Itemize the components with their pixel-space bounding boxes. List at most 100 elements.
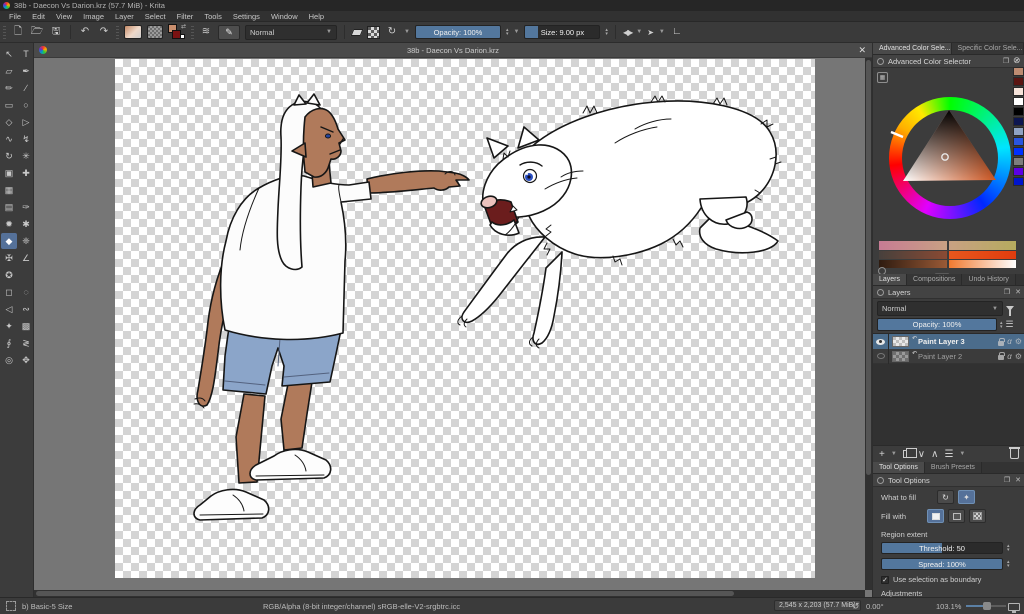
layer-name[interactable]: Paint Layer 3: [918, 337, 998, 346]
menu-help[interactable]: Help: [309, 12, 324, 21]
color-swatch[interactable]: [1013, 77, 1024, 86]
tool-dynamic-brush[interactable]: ↻: [1, 148, 17, 164]
selector-settings-button[interactable]: ▦: [877, 72, 888, 83]
color-swatch[interactable]: [1013, 117, 1024, 126]
open-document-icon[interactable]: 🗁: [30, 25, 44, 39]
color-swatch[interactable]: [1013, 137, 1024, 146]
alpha-lock-icon[interactable]: α: [1007, 337, 1012, 346]
canvas-subwindow-titlebar[interactable]: 38b - Daecon Vs Darion.krz ✕: [34, 43, 872, 58]
gradient-chooser[interactable]: [124, 25, 142, 39]
lock-icon[interactable]: [998, 341, 1004, 346]
undo-icon[interactable]: ↶: [78, 25, 92, 39]
color-swatch[interactable]: [1013, 127, 1024, 136]
close-icon[interactable]: ✕: [1015, 476, 1021, 484]
tool-smart-patch[interactable]: ✱: [18, 216, 34, 232]
zoom-slider[interactable]: [966, 605, 1006, 607]
tool-polyline[interactable]: ▷: [18, 114, 34, 130]
chevron-down-icon[interactable]: ▼: [636, 29, 642, 35]
layers-docker-header[interactable]: Layers ❐ ✕: [873, 286, 1024, 299]
no-color-icon[interactable]: ⊘: [1013, 56, 1021, 65]
canvas-horizontal-scrollbar[interactable]: [34, 590, 865, 597]
shade-gradient[interactable]: [949, 251, 1017, 259]
zoom-percent[interactable]: 103.1%: [936, 602, 961, 611]
float-docker-icon[interactable]: ❐: [1003, 57, 1009, 65]
tool-bezier-curve[interactable]: ∿: [1, 131, 17, 147]
tab-brush-presets[interactable]: Brush Presets: [925, 462, 982, 473]
mirror-vertical-icon[interactable]: ➤: [647, 28, 654, 37]
tool-multibrush[interactable]: ✳: [18, 148, 34, 164]
chevron-down-icon[interactable]: ▼: [959, 451, 965, 457]
tool-move[interactable]: ✚: [18, 165, 34, 181]
layer-style-gear-icon[interactable]: ⚙: [1015, 337, 1022, 346]
hue-ring[interactable]: [889, 97, 1011, 219]
new-document-icon[interactable]: 🗋: [11, 25, 25, 39]
tab-layers[interactable]: Layers: [873, 274, 907, 285]
tool-polygon[interactable]: ◇: [1, 114, 17, 130]
fill-similar-button[interactable]: ✦: [958, 490, 975, 504]
size-slider[interactable]: Size: 9.00 px: [524, 25, 600, 39]
chevron-down-icon[interactable]: ▼: [891, 451, 897, 457]
choose-brush-preset-icon[interactable]: ≋: [199, 25, 213, 39]
move-layer-up-icon[interactable]: ∧: [931, 449, 938, 460]
tool-gradient[interactable]: ▤: [1, 199, 17, 215]
reload-preset-icon[interactable]: ↻: [385, 25, 399, 39]
swap-colors-icon[interactable]: ⇄: [181, 23, 186, 30]
reset-colors-swatch[interactable]: [180, 34, 185, 39]
tab-advanced-color-sele[interactable]: Advanced Color Sele...: [873, 43, 952, 54]
tool-pan[interactable]: ✥: [18, 352, 34, 368]
tool-crop[interactable]: ▦: [1, 182, 17, 198]
tool-color-sampler[interactable]: ✑: [18, 199, 34, 215]
close-icon[interactable]: ✕: [858, 45, 866, 56]
layer-name[interactable]: Paint Layer 2: [918, 352, 998, 361]
layer-blending-mode-dropdown[interactable]: Normal ▼: [877, 301, 1003, 316]
toolbar-grip[interactable]: [191, 26, 194, 39]
menu-view[interactable]: View: [56, 12, 72, 21]
edit-brush-settings-button[interactable]: ✎: [218, 25, 240, 40]
fill-foreground-button[interactable]: [927, 509, 944, 523]
duplicate-layer-icon[interactable]: [903, 450, 912, 458]
color-swatch[interactable]: [1013, 107, 1024, 116]
chevron-down-icon[interactable]: ▼: [513, 29, 519, 35]
boundary-checkbox[interactable]: ✓: [881, 576, 889, 584]
layer-style-gear-icon[interactable]: ⚙: [1015, 352, 1022, 361]
save-icon[interactable]: 🖫: [49, 25, 63, 39]
blending-mode-dropdown[interactable]: Normal ▼: [245, 25, 337, 40]
add-layer-button[interactable]: +: [879, 449, 885, 460]
redo-icon[interactable]: ↷: [97, 25, 111, 39]
tool-edit-shapes[interactable]: ▱: [1, 63, 17, 79]
spread-spinner[interactable]: ▴▾: [1007, 560, 1010, 568]
shade-gradient[interactable]: [949, 260, 1017, 268]
shade-gradient[interactable]: [949, 241, 1017, 250]
layer-filter-icon[interactable]: [1006, 306, 1014, 311]
chevron-down-icon[interactable]: ▼: [404, 29, 410, 35]
threshold-spinner[interactable]: ▴▾: [1007, 544, 1010, 552]
tool-text[interactable]: T: [18, 46, 34, 62]
menu-file[interactable]: File: [9, 12, 21, 21]
opacity-slider[interactable]: Opacity: 100%: [415, 25, 501, 39]
delete-layer-icon[interactable]: [1010, 449, 1019, 459]
layer-row[interactable]: ↶Paint Layer 3α⚙: [873, 334, 1024, 349]
layer-opacity-spinner[interactable]: ▴▾: [1000, 321, 1003, 329]
tool-pattern-edit[interactable]: ✹: [1, 216, 17, 232]
opacity-spinner[interactable]: ▴▾: [506, 28, 509, 36]
preserve-alpha-icon[interactable]: [367, 26, 380, 39]
mirror-horizontal-icon[interactable]: ◀▶: [623, 28, 631, 37]
close-icon[interactable]: ✕: [1015, 288, 1021, 296]
canvas-document[interactable]: [115, 59, 815, 578]
tool-assistants[interactable]: ✠: [1, 250, 17, 266]
layer-list-options-icon[interactable]: ☰: [1006, 319, 1014, 330]
fill-contiguous-button[interactable]: ↻: [937, 490, 954, 504]
shade-gradient[interactable]: [879, 251, 947, 259]
rotation-status[interactable]: 0.00°: [866, 602, 884, 611]
layer-thumbnail[interactable]: [892, 351, 909, 362]
tab-tool-options[interactable]: Tool Options: [873, 462, 925, 473]
menu-edit[interactable]: Edit: [32, 12, 45, 21]
tool-ellipse[interactable]: ○: [18, 97, 34, 113]
tool-rectangle[interactable]: ▭: [1, 97, 17, 113]
toolbar-grip[interactable]: [3, 26, 6, 39]
hsv-triangle[interactable]: [889, 97, 1011, 219]
tool-freehand-brush[interactable]: ✏: [1, 80, 17, 96]
layer-opacity-slider[interactable]: Opacity: 100%: [877, 318, 997, 331]
color-docker-header[interactable]: Advanced Color Selector ❐ ✕: [873, 55, 1024, 68]
brush-preset-status[interactable]: b) Basic-5 Size: [22, 602, 72, 611]
